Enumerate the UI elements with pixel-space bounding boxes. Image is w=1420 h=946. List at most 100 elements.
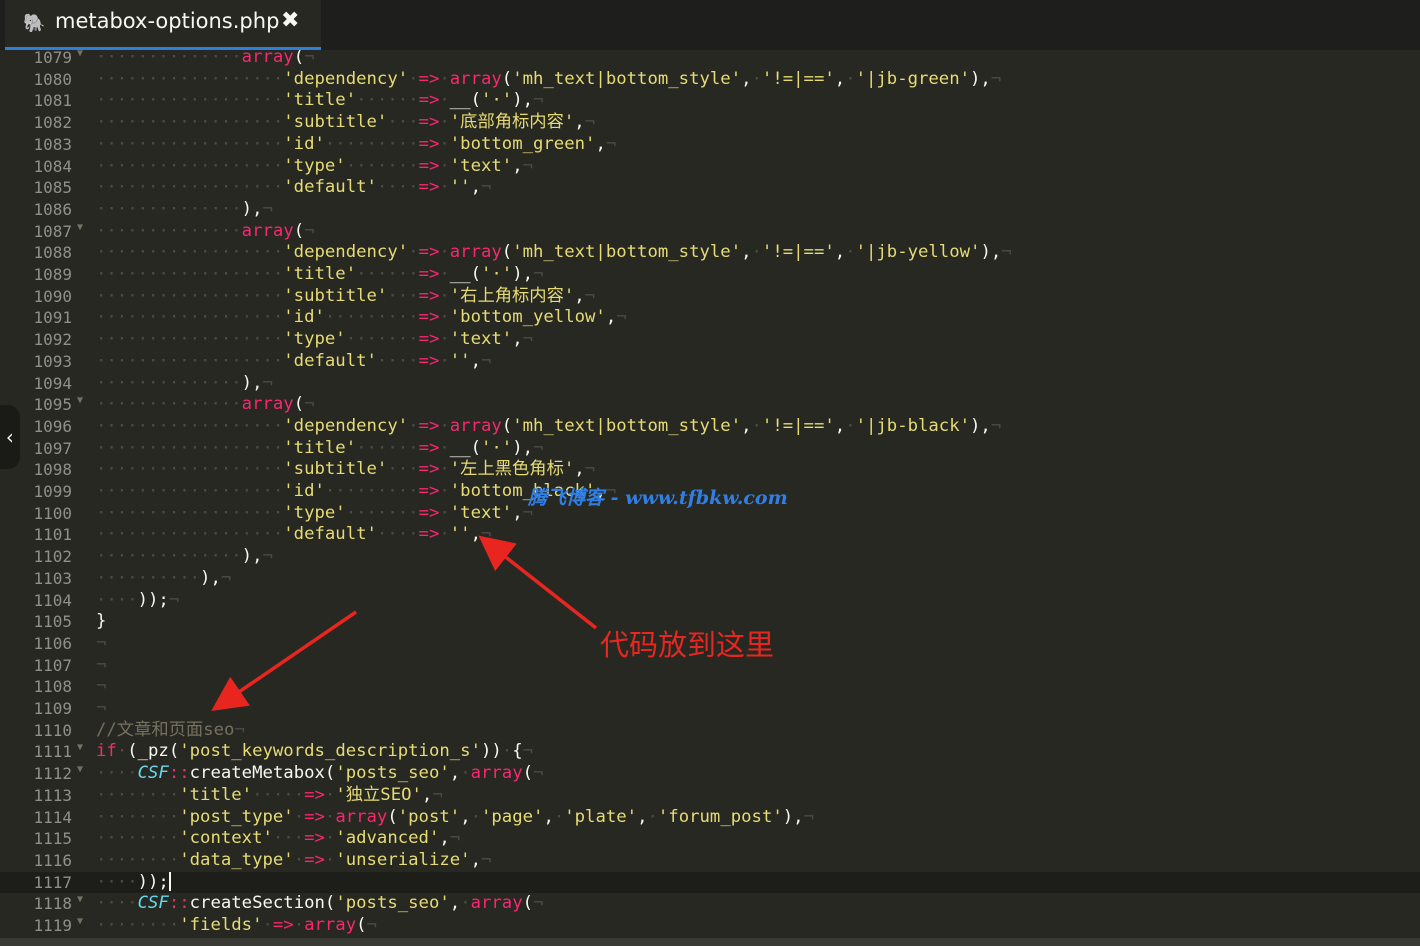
code-line[interactable]: 1090 ··················'subtitle'···=>·'右… — [0, 286, 1420, 308]
code-token: => — [418, 524, 440, 545]
code-line[interactable]: 1097 ··················'title'······=>·__… — [0, 438, 1420, 460]
code-text: ····)); — [96, 872, 171, 894]
fold-arrow-icon[interactable]: ▼ — [77, 222, 83, 233]
code-line[interactable]: 1101 ··················'default'····=>·''… — [0, 524, 1420, 546]
code-line[interactable]: 1082 ··················'subtitle'···=>·'底… — [0, 112, 1420, 134]
code-line[interactable]: 1095 ▼ ··············array(¬ — [0, 394, 1420, 416]
code-token: ), — [970, 68, 991, 89]
line-number: 1092 — [33, 330, 72, 350]
tab-metabox-options[interactable]: 🐘 metabox-options.php ✖ — [5, 0, 321, 50]
code-token: ¬ — [584, 459, 596, 480]
code-line[interactable]: 1117 ····)); — [0, 871, 1420, 894]
code-token: ···· — [96, 589, 138, 610]
code-token: · — [262, 915, 273, 935]
code-line[interactable]: 1084 ··················'type'·······=>·'t… — [0, 156, 1420, 178]
line-number: 1112 — [33, 764, 72, 784]
code-text: if·(_pz('post_keywords_description_s'))·… — [96, 741, 533, 763]
code-token: , — [470, 524, 481, 545]
code-token: => — [418, 285, 440, 306]
code-token: ···· — [96, 763, 138, 784]
code-token: ¬ — [304, 394, 315, 415]
line-number: 1083 — [33, 134, 72, 154]
code-token: 'type' — [283, 155, 346, 176]
code-token: ·················· — [96, 524, 284, 545]
code-token: ¬ — [803, 806, 814, 827]
code-line[interactable]: 1092 ··················'type'·······=>·'t… — [0, 329, 1420, 351]
code-token: ( — [522, 763, 534, 784]
code-line[interactable]: 1081 ··················'title'······=>·__… — [0, 90, 1420, 112]
code-line[interactable]: 1104 ····));¬ — [0, 590, 1420, 612]
code-token: array — [470, 893, 523, 914]
code-token: , — [470, 849, 481, 870]
code-line[interactable]: 1108 ¬ — [0, 676, 1420, 698]
fold-arrow-icon[interactable]: ▼ — [77, 395, 83, 406]
code-line[interactable]: 1085 ··················'default'····=>·''… — [0, 177, 1420, 199]
code-token: ·············· — [96, 372, 242, 393]
code-line[interactable]: 1093 ··················'default'····=>·''… — [0, 351, 1420, 373]
code-token: => — [418, 242, 440, 263]
line-number: 1119 — [33, 916, 72, 935]
code-token: ( — [501, 68, 513, 89]
code-line[interactable]: 1094 ··············),¬ — [0, 373, 1420, 395]
code-token: ¬ — [96, 698, 107, 718]
code-token: ¬ — [533, 264, 544, 284]
code-token: :: — [168, 763, 190, 784]
code-token: 'title' — [283, 437, 357, 458]
code-line[interactable]: 1083 ··················'id'·········=>·'b… — [0, 134, 1420, 156]
code-token: , — [470, 350, 481, 371]
code-token: 'title' — [283, 90, 357, 111]
code-line[interactable]: 1118 ▼ ····CSF::createSection('posts_seo',… — [0, 893, 1420, 915]
code-token: · — [439, 524, 450, 545]
code-line[interactable]: 1112 ▼ ····CSF::createMetabox('posts_seo',… — [0, 763, 1420, 785]
fold-arrow-icon[interactable]: ▼ — [77, 894, 83, 905]
code-token: ¬ — [168, 589, 180, 610]
code-line[interactable]: 1115 ········'context'···=>·'advanced',¬ — [0, 828, 1420, 850]
code-text: ··················'dependency'·=>·array(… — [96, 69, 1001, 91]
code-line[interactable]: 1116 ········'data_type'·=>·'unserialize'… — [0, 850, 1420, 872]
code-line[interactable]: 1114 ········'post_type'·=>·array('post',… — [0, 807, 1420, 829]
code-line[interactable]: 1096 ··················'dependency'·=>·ar… — [0, 416, 1420, 438]
code-line[interactable]: 1086 ··············),¬ — [0, 199, 1420, 221]
code-line[interactable]: 1098 ··················'subtitle'···=>·'左… — [0, 459, 1420, 481]
code-token: · — [439, 502, 450, 523]
code-token: · — [116, 741, 128, 762]
code-token: ( — [356, 915, 367, 935]
fold-arrow-icon[interactable]: ▼ — [77, 916, 83, 927]
close-icon[interactable]: ✖ — [281, 8, 299, 33]
code-token: 'text' — [449, 155, 513, 176]
sidebar-toggle-chevron-icon[interactable]: ‹ — [0, 405, 20, 469]
code-token: ¬ — [584, 285, 596, 306]
code-token: '' — [449, 177, 471, 198]
code-line[interactable]: 1110 //文章和页面seo¬ — [0, 720, 1420, 742]
code-token: , — [460, 806, 471, 827]
fold-arrow-icon[interactable]: ▼ — [77, 742, 83, 753]
code-token: array — [449, 415, 502, 436]
code-token: ), — [970, 415, 991, 436]
code-token: array — [449, 242, 502, 263]
code-token: '·' — [481, 264, 513, 284]
fold-arrow-icon[interactable]: ▼ — [77, 764, 83, 775]
fold-arrow-icon[interactable]: ▼ — [77, 50, 83, 59]
code-line[interactable]: 1088 ··················'dependency'·=>·ar… — [0, 242, 1420, 264]
code-line[interactable]: 1087 ▼ ··············array(¬ — [0, 221, 1420, 243]
code-line[interactable]: 1111 ▼ if·(_pz('post_keywords_description_… — [0, 741, 1420, 763]
code-token: '!=|==' — [761, 242, 835, 263]
code-line[interactable]: 1119 ▼ ········'fields'·=>·array(¬ — [0, 915, 1420, 937]
code-line[interactable]: 1102 ··············),¬ — [0, 546, 1420, 568]
code-token: · — [439, 133, 450, 154]
code-line[interactable]: 1080 ··················'dependency'·=>·ar… — [0, 69, 1420, 91]
code-token: ¬ — [366, 915, 377, 935]
code-text: ··················'default'····=>·'',¬ — [96, 177, 491, 199]
code-token: ¬ — [1001, 242, 1012, 263]
code-line[interactable]: 1079 ▼ ··············array(¬ — [0, 50, 1420, 69]
code-line[interactable]: 1103 ··········),¬ — [0, 568, 1420, 590]
horizontal-scrollbar[interactable] — [0, 938, 1420, 946]
code-text: ········'context'···=>·'advanced',¬ — [96, 828, 460, 850]
code-token: ······· — [345, 155, 419, 176]
line-number: 1113 — [33, 785, 72, 805]
code-token: if — [96, 741, 117, 762]
code-line[interactable]: 1091 ··················'id'·········=>·'b… — [0, 307, 1420, 329]
code-line[interactable]: 1089 ··················'title'······=>·__… — [0, 264, 1420, 286]
code-line[interactable]: 1113 ········'title'·····=>·'独立SEO',¬ — [0, 785, 1420, 807]
code-line[interactable]: 1109 ¬ — [0, 698, 1420, 720]
